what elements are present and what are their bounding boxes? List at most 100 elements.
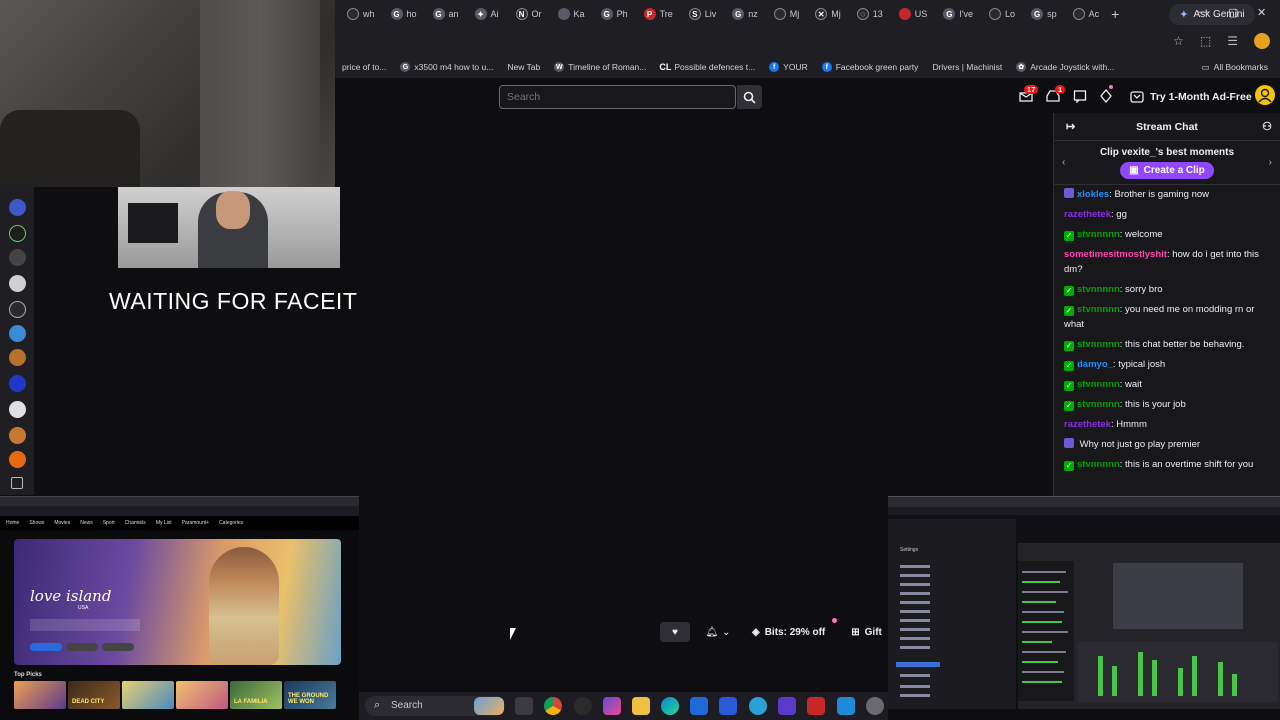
bookmark-item[interactable]: Gx3500 m4 how to u... xyxy=(393,62,500,72)
bookmark-item[interactable]: CL Possible defences t... xyxy=(653,62,762,72)
all-bookmarks-button[interactable]: ▭ All Bookmarks xyxy=(1195,62,1280,73)
browser-tab[interactable]: Lo xyxy=(977,0,1019,28)
chat-username[interactable]: stvnnnnn xyxy=(1077,459,1120,470)
moderator-badge-icon[interactable]: ✓ xyxy=(1064,231,1074,241)
channel-avatar[interactable] xyxy=(9,349,26,366)
copilot-icon[interactable] xyxy=(603,697,621,715)
browser-tab[interactable]: P Tre xyxy=(632,0,677,28)
task-view-icon[interactable] xyxy=(515,697,533,715)
moderator-badge-icon[interactable]: ✓ xyxy=(1064,361,1074,371)
collapse-chat-icon[interactable]: ↦ xyxy=(1066,120,1075,133)
browser-tab[interactable]: Mj xyxy=(762,0,804,28)
browser-tab[interactable]: G I've xyxy=(931,0,977,28)
moderator-badge-icon[interactable]: ✓ xyxy=(1064,286,1074,296)
app-icon[interactable] xyxy=(778,697,796,715)
subscriber-badge-icon[interactable] xyxy=(1064,188,1074,198)
whispers-button[interactable] xyxy=(1073,89,1087,104)
twitch-search-input[interactable] xyxy=(499,85,736,109)
chat-username[interactable]: damyo_ xyxy=(1077,359,1113,370)
browser-tab[interactable]: Gho xyxy=(379,0,421,28)
channel-avatar[interactable] xyxy=(9,249,26,266)
bookmark-item[interactable]: f YOUR xyxy=(762,62,815,72)
chrome-icon[interactable] xyxy=(544,697,562,715)
community-icon[interactable]: ⚇ xyxy=(1262,120,1272,133)
browser-tab[interactable]: G Ph xyxy=(589,0,632,28)
browser-tab[interactable]: N Or xyxy=(504,0,546,28)
ask-gemini-button[interactable]: ✦ Ask Gemini xyxy=(1169,3,1255,25)
minimize-button[interactable]: — xyxy=(1198,6,1209,18)
notifications-button[interactable]: 17 xyxy=(1019,85,1039,103)
search-button[interactable] xyxy=(737,85,762,109)
browser-tab[interactable]: wh xyxy=(335,0,379,28)
browser-tab[interactable]: US xyxy=(887,0,932,28)
chat-username[interactable]: razethetek xyxy=(1064,419,1111,430)
browser-tab[interactable]: S Liv xyxy=(677,0,721,28)
sidepanel-icon[interactable]: ☰ xyxy=(1227,34,1238,49)
file-explorer-icon[interactable] xyxy=(632,697,650,715)
channel-avatar[interactable] xyxy=(9,401,26,418)
bits-shop-button[interactable] xyxy=(1099,85,1113,104)
chat-username[interactable]: stvnnnnn xyxy=(1077,229,1120,240)
store-icon[interactable] xyxy=(690,697,708,715)
browser-tab[interactable]: ◌ 13 xyxy=(845,0,887,28)
browser-tab[interactable]: Gsp xyxy=(1019,0,1061,28)
obs-icon[interactable] xyxy=(574,697,592,715)
video-camera-icon[interactable] xyxy=(11,477,23,489)
notifications-toggle-button[interactable]: 🔔︎ ⌄ xyxy=(700,622,736,642)
inbox-button[interactable]: 1 xyxy=(1046,85,1066,103)
close-window-button[interactable]: ✕ xyxy=(1257,6,1266,19)
channel-avatar[interactable] xyxy=(9,199,26,216)
create-clip-button[interactable]: ▣ Create a Clip xyxy=(1120,162,1214,179)
chat-username[interactable]: stvnnnnn xyxy=(1077,304,1120,315)
chevron-right-icon[interactable]: › xyxy=(1269,157,1272,168)
telegram-icon[interactable] xyxy=(749,697,767,715)
maximize-button[interactable]: ▢ xyxy=(1228,6,1238,19)
chat-username[interactable]: razethetek xyxy=(1064,209,1111,220)
settings-gear-icon[interactable] xyxy=(866,697,884,715)
channel-avatar[interactable] xyxy=(9,427,26,444)
chat-username[interactable]: stvnnnnn xyxy=(1077,339,1120,350)
new-tab-button[interactable]: + xyxy=(1103,6,1127,22)
moderator-badge-icon[interactable]: ✓ xyxy=(1064,461,1074,471)
channel-avatar[interactable] xyxy=(9,301,26,318)
browser-tab[interactable]: ✦ Ai xyxy=(463,0,504,28)
browser-tab[interactable]: Gnz xyxy=(720,0,762,28)
moderator-badge-icon[interactable]: ✓ xyxy=(1064,306,1074,316)
user-avatar[interactable] xyxy=(1255,85,1275,105)
browser-tab[interactable]: Ka xyxy=(546,0,589,28)
chat-username[interactable]: stvnnnnn xyxy=(1077,379,1120,390)
bits-button[interactable]: ◈ Bits: 29% off xyxy=(746,618,838,642)
channel-avatar[interactable] xyxy=(9,275,26,292)
edge-icon[interactable] xyxy=(661,697,679,715)
channel-avatar[interactable] xyxy=(9,451,26,468)
subscriber-badge-icon[interactable] xyxy=(1064,438,1074,448)
channel-avatar[interactable] xyxy=(9,225,26,242)
bookmark-item[interactable]: f Facebook green party xyxy=(815,62,926,72)
star-icon[interactable]: ☆ xyxy=(1173,34,1184,49)
chevron-left-icon[interactable]: ‹ xyxy=(1062,157,1065,168)
follow-button[interactable]: ♥ xyxy=(660,622,690,642)
profile-avatar[interactable] xyxy=(1254,33,1270,49)
ad-free-button[interactable]: Try 1-Month Ad-Free xyxy=(1130,85,1252,109)
chat-username[interactable]: sometimesitmostlyshit xyxy=(1064,249,1167,260)
browser-tab[interactable]: Gan xyxy=(421,0,463,28)
lightning-app-icon[interactable] xyxy=(807,697,825,715)
gift-sub-button[interactable]: ⊞ Gift xyxy=(831,622,882,642)
outlook-icon[interactable] xyxy=(719,697,737,715)
channel-avatar[interactable] xyxy=(9,375,26,392)
chat-username[interactable]: stvnnnnn xyxy=(1077,399,1120,410)
moderator-badge-icon[interactable]: ✓ xyxy=(1064,401,1074,411)
channel-avatar[interactable] xyxy=(9,325,26,342)
moderator-badge-icon[interactable]: ✓ xyxy=(1064,341,1074,351)
bookmark-item[interactable]: price of to... xyxy=(335,62,393,72)
chat-username[interactable]: stvnnnnn xyxy=(1077,284,1120,295)
search-highlight-icon[interactable] xyxy=(474,697,504,715)
bookmark-item[interactable]: New Tab xyxy=(500,62,547,72)
bookmark-item[interactable]: Drivers | Machinist xyxy=(925,62,1009,72)
browser-tab[interactable]: Ac xyxy=(1061,0,1104,28)
moderator-badge-icon[interactable]: ✓ xyxy=(1064,381,1074,391)
app-icon[interactable] xyxy=(837,697,855,715)
bookmark-item[interactable]: W Timeline of Roman... xyxy=(547,62,653,72)
extension-icon[interactable]: ⬚ xyxy=(1200,34,1211,49)
bookmark-item[interactable]: ✿ Arcade Joystick with... xyxy=(1009,62,1121,72)
